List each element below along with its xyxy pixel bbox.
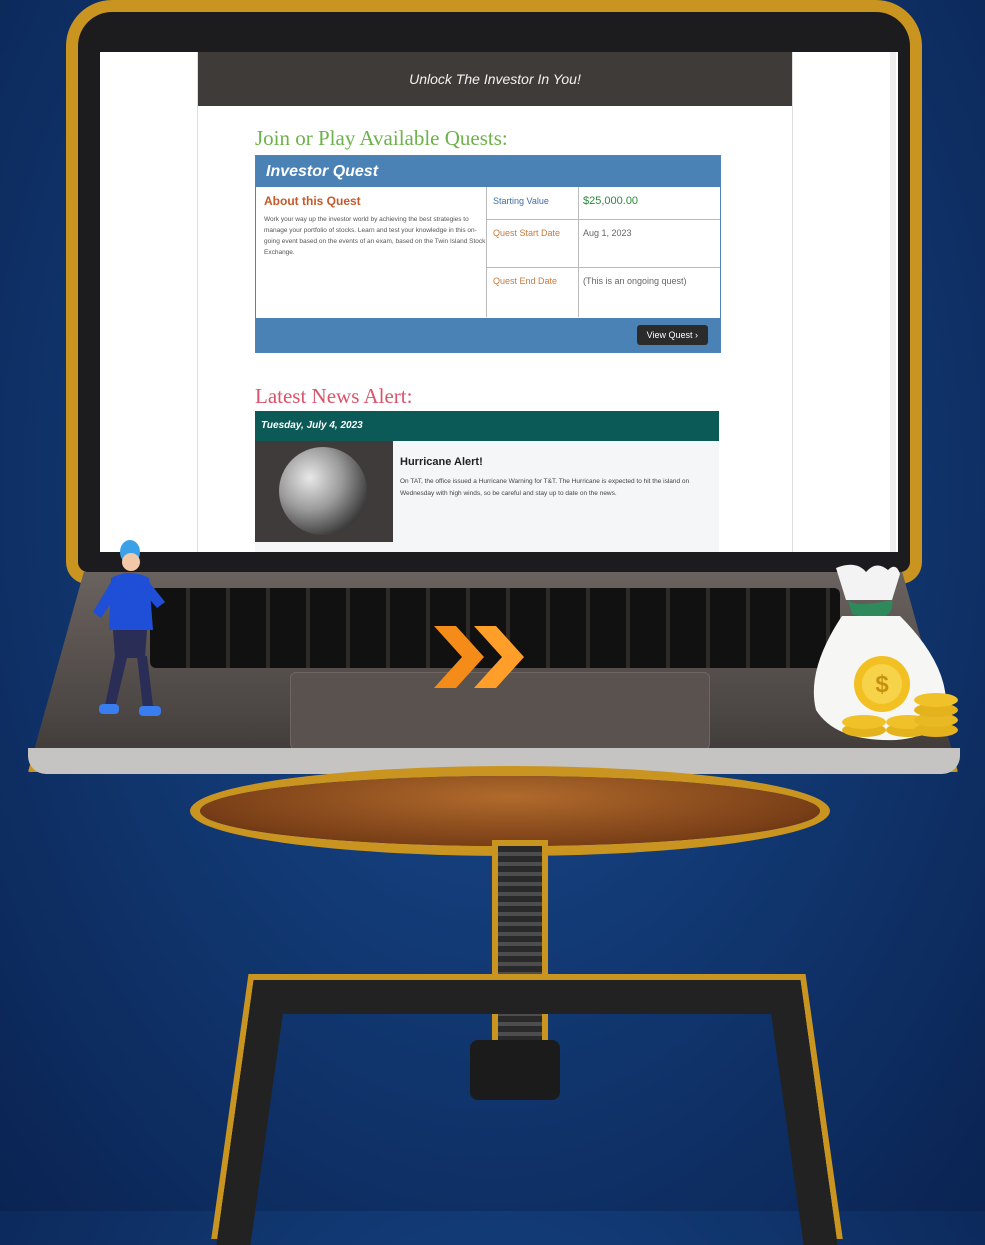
about-heading: About this Quest [264, 194, 361, 208]
view-quest-label: View Quest [646, 330, 693, 340]
header-tagline: Unlock The Investor In You! [409, 71, 581, 87]
stool-hub [470, 1040, 560, 1100]
scrollbar[interactable] [890, 52, 896, 552]
news-heading: Latest News Alert: [255, 384, 413, 408]
svg-text:$: $ [875, 671, 889, 698]
quest-stats-table: Starting Value $25,000.00 Quest Start Da… [486, 187, 720, 317]
stool-leg-right [506, 980, 838, 1245]
double-chevron-right-icon [434, 626, 524, 688]
quest-about: About this Quest Work your way up the in… [264, 194, 486, 258]
stat-label: Starting Value [493, 196, 549, 206]
news-body: On TAT, the office issued a Hurricane Wa… [400, 478, 690, 497]
stat-label: Quest Start Date [493, 228, 561, 238]
laptop-screen: Unlock The Investor In You! Join or Play… [100, 52, 898, 552]
about-text: Work your way up the investor world by a… [264, 216, 486, 256]
quest-card: Investor Quest About this Quest Work you… [255, 155, 721, 353]
quest-title[interactable]: Investor Quest [256, 156, 720, 187]
news-date: Tuesday, July 4, 2023 [255, 411, 719, 441]
globe-icon [279, 447, 367, 535]
web-page: Unlock The Investor In You! Join or Play… [197, 52, 793, 552]
runner-figure-icon [93, 540, 165, 716]
stat-value: Aug 1, 2023 [583, 228, 632, 238]
stat-value: $25,000.00 [583, 195, 639, 207]
money-bag-icon: $ [813, 564, 958, 741]
chevron-right-icon: › [695, 330, 698, 340]
stat-row-end-date: Quest End Date (This is an ongoing quest… [487, 267, 720, 317]
quests-heading: Join or Play Available Quests: [255, 126, 508, 150]
stool-seat [200, 776, 820, 846]
stat-value: (This is an ongoing quest) [583, 276, 687, 286]
quest-footer: View Quest › [256, 318, 720, 352]
view-quest-button[interactable]: View Quest › [636, 325, 708, 345]
header-banner: Unlock The Investor In You! [198, 52, 792, 106]
news-title[interactable]: Hurricane Alert! [400, 456, 483, 468]
news-image [255, 441, 393, 542]
news-card: Tuesday, July 4, 2023 Hurricane Alert! O… [255, 411, 719, 552]
stool-leg-left [216, 980, 548, 1245]
stat-row-starting-value: Starting Value $25,000.00 [487, 187, 720, 220]
stat-label: Quest End Date [493, 276, 558, 286]
laptop-front-edge [28, 748, 960, 774]
stat-row-start-date: Quest Start Date Aug 1, 2023 [487, 219, 720, 268]
